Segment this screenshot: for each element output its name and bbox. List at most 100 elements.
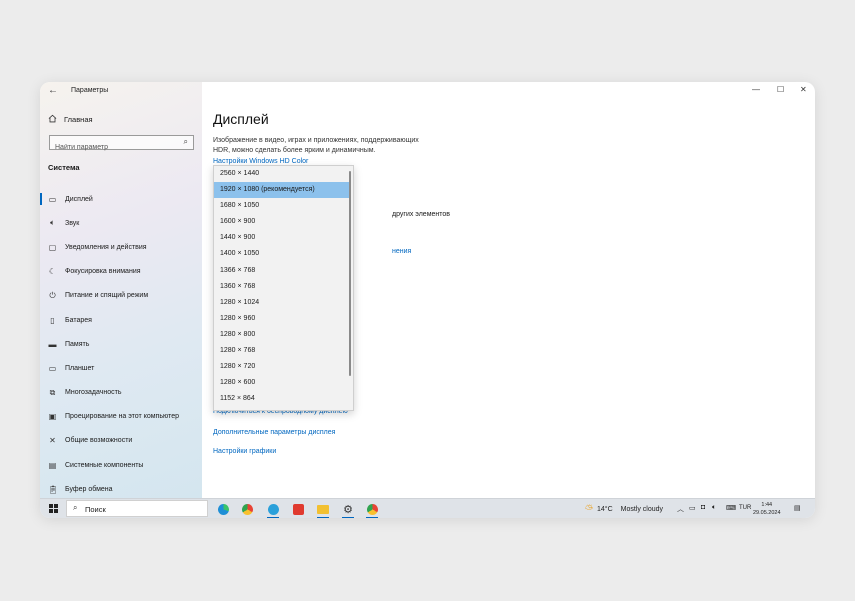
taskbar-app-file-explorer[interactable] bbox=[315, 501, 331, 518]
display-icon: ▭ bbox=[48, 194, 57, 204]
sidebar-item-label: Проецирование на этот компьютер bbox=[65, 413, 179, 421]
ime-icon[interactable]: ⌨︎ bbox=[726, 504, 736, 512]
notification-center-icon[interactable]: ▤ bbox=[794, 504, 801, 512]
sidebar-item-label: Память bbox=[65, 340, 90, 348]
telegram-icon bbox=[267, 503, 279, 515]
sidebar-item-label: Питание и спящий режим bbox=[65, 292, 149, 300]
sidebar-item-display[interactable]: ▭ Дисплей bbox=[40, 187, 202, 211]
sidebar-item-system-components[interactable]: ▤ Системные компоненты bbox=[40, 453, 202, 477]
sidebar-item-storage[interactable]: ▬ Память bbox=[40, 332, 202, 356]
taskbar-search[interactable]: ⌕ Поиск bbox=[66, 500, 208, 517]
hdr-color-link[interactable]: Настройки Windows HD Color bbox=[213, 158, 308, 165]
sound-icon: 🔈︎ bbox=[50, 218, 55, 228]
sidebar-item-label: Многозадачность bbox=[65, 389, 122, 397]
settings-icon: ⚙ bbox=[343, 503, 353, 516]
settings-search-input[interactable] bbox=[50, 141, 175, 154]
network-icon[interactable]: ◘ bbox=[701, 504, 705, 511]
sidebar-item-shared-experiences[interactable]: ✕ Общие возможности bbox=[40, 429, 202, 453]
settings-window: ← Параметры Главная ⌕ Система ▭ Дисплей … bbox=[40, 82, 815, 518]
sidebar-item-label: Уведомления и действия bbox=[65, 243, 147, 251]
edge-icon bbox=[217, 503, 229, 515]
resolution-option[interactable]: 1360 × 768 bbox=[214, 279, 351, 295]
chrome-icon bbox=[366, 503, 378, 515]
taskbar-app-chrome[interactable] bbox=[239, 501, 255, 517]
taskbar-app-telegram[interactable] bbox=[265, 501, 281, 518]
section-title: Система bbox=[48, 163, 80, 172]
graphics-settings-link[interactable]: Настройки графики bbox=[213, 448, 276, 455]
shared-experiences-icon: ✕ bbox=[49, 436, 56, 446]
sidebar-item-focus-assist[interactable]: ☾ Фокусировка внимания bbox=[40, 260, 202, 284]
tablet-icon: ▭ bbox=[48, 363, 57, 373]
taskbar: ⌕ Поиск ⚙ ⛅︎ 14°C Mostly cloudy ︿ ▭ ◘ 🔈︎… bbox=[40, 498, 815, 518]
taskbar-app-anydesk[interactable] bbox=[290, 501, 306, 517]
sidebar-item-label: Планшет bbox=[65, 364, 95, 372]
back-arrow-icon[interactable]: ← bbox=[48, 85, 58, 96]
multitasking-icon: ⧉ bbox=[49, 387, 56, 397]
clock-date: 29.05.2024 bbox=[753, 510, 781, 516]
page-title: Дисплей bbox=[213, 111, 269, 127]
search-icon: ⌕ bbox=[183, 137, 188, 146]
language-indicator[interactable]: TUR bbox=[739, 505, 751, 511]
battery-icon: ▯ bbox=[50, 315, 55, 325]
partial-link[interactable]: нения bbox=[392, 248, 411, 255]
chrome-icon bbox=[241, 503, 253, 515]
weather-widget[interactable]: ⛅︎ 14°C Mostly cloudy bbox=[585, 504, 663, 515]
advanced-display-link[interactable]: Дополнительные параметры дисплея bbox=[213, 429, 335, 436]
home-icon bbox=[48, 114, 57, 125]
title-bar: ← Параметры bbox=[40, 82, 202, 100]
taskbar-search-label: Поиск bbox=[85, 505, 106, 514]
anydesk-icon bbox=[292, 503, 304, 515]
chevron-up-icon[interactable]: ︿ bbox=[677, 504, 684, 514]
resolution-option[interactable]: 1280 × 768 bbox=[214, 343, 351, 359]
taskbar-app-edge[interactable] bbox=[215, 501, 231, 517]
sidebar-item-label: Дисплей bbox=[65, 195, 93, 203]
storage-icon: ▬ bbox=[48, 339, 57, 349]
resolution-option-selected[interactable]: 1920 × 1080 (рекомендуется) bbox=[214, 182, 351, 199]
sidebar-home[interactable]: Главная bbox=[48, 114, 93, 125]
sidebar-item-label: Звук bbox=[65, 219, 80, 227]
weather-condition: Mostly cloudy bbox=[620, 506, 664, 513]
system-clock[interactable]: 1:44 29.05.2024 bbox=[753, 501, 781, 517]
file-explorer-icon bbox=[317, 504, 329, 514]
sidebar-item-tablet[interactable]: ▭ Планшет bbox=[40, 356, 202, 380]
resolution-option[interactable]: 1280 × 960 bbox=[214, 311, 351, 327]
resolution-option[interactable]: 1280 × 800 bbox=[214, 327, 351, 343]
resolution-option[interactable]: 1366 × 768 bbox=[214, 263, 351, 279]
sidebar-item-power[interactable]: ⏻ Питание и спящий режим bbox=[40, 284, 202, 308]
scale-label-partial: других элементов bbox=[392, 211, 451, 218]
settings-search-box[interactable]: ⌕ bbox=[49, 135, 194, 154]
sidebar-item-multitasking[interactable]: ⧉ Многозадачность bbox=[40, 381, 202, 405]
resolution-option[interactable]: 1440 × 900 bbox=[214, 230, 351, 246]
resolution-option[interactable]: 1280 × 720 bbox=[214, 359, 351, 375]
start-button[interactable] bbox=[49, 504, 58, 513]
resolution-option[interactable]: 1280 × 600 bbox=[214, 375, 351, 391]
cloudy-sun-icon: ⛅︎ bbox=[585, 504, 593, 515]
hdr-description: Изображение в видео, играх и приложениях… bbox=[213, 137, 419, 154]
sidebar-item-sound[interactable]: 🔈︎ Звук bbox=[40, 211, 202, 235]
resolution-option[interactable]: 1152 × 864 bbox=[214, 391, 351, 407]
sidebar-item-projecting[interactable]: ▣ Проецирование на этот компьютер bbox=[40, 405, 202, 429]
resolution-option[interactable]: 1400 × 1050 bbox=[214, 246, 351, 262]
battery-tray-icon[interactable]: ▭ bbox=[689, 504, 696, 512]
sidebar: ← Параметры Главная ⌕ Система ▭ Дисплей … bbox=[40, 82, 202, 498]
dropdown-scrollbar[interactable] bbox=[349, 171, 351, 376]
sidebar-item-label: Батарея bbox=[65, 316, 92, 324]
resolution-option[interactable]: 2560 × 1440 bbox=[214, 166, 351, 182]
focus-assist-icon: ☾ bbox=[48, 267, 57, 277]
notifications-icon: ▢ bbox=[48, 242, 57, 252]
taskbar-app-chrome-2[interactable] bbox=[364, 501, 380, 518]
sidebar-item-battery[interactable]: ▯ Батарея bbox=[40, 308, 202, 332]
home-label: Главная bbox=[64, 115, 93, 124]
resolution-option[interactable]: 1280 × 1024 bbox=[214, 295, 351, 311]
weather-temp: 14°C bbox=[597, 506, 613, 513]
sidebar-item-label: Системные компоненты bbox=[65, 461, 144, 469]
taskbar-app-settings[interactable]: ⚙ bbox=[340, 501, 356, 518]
projecting-icon: ▣ bbox=[48, 412, 57, 422]
sidebar-nav: ▭ Дисплей 🔈︎ Звук ▢ Уведомления и действ… bbox=[40, 187, 202, 501]
resolution-option[interactable]: 1600 × 900 bbox=[214, 214, 351, 230]
resolution-option[interactable]: 1680 × 1050 bbox=[214, 198, 351, 214]
sidebar-item-label: Общие возможности bbox=[65, 437, 133, 445]
volume-icon[interactable]: 🔈︎ bbox=[712, 504, 716, 512]
sidebar-item-notifications[interactable]: ▢ Уведомления и действия bbox=[40, 235, 202, 259]
resolution-dropdown-list[interactable]: 2560 × 1440 1920 × 1080 (рекомендуется) … bbox=[213, 165, 354, 411]
